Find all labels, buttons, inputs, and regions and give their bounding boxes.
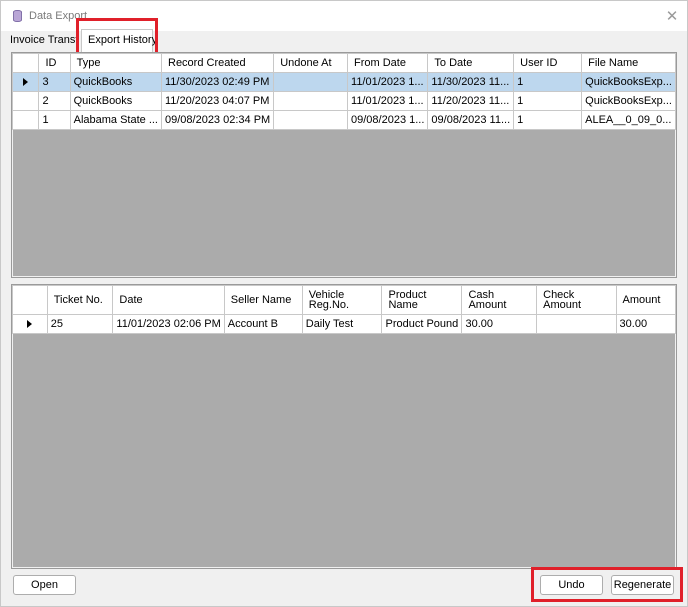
cell-type[interactable]: QuickBooks	[69, 91, 163, 111]
row-header[interactable]	[11, 91, 40, 111]
row-header-corner	[11, 53, 40, 73]
column-header-from-date[interactable]: From Date	[347, 53, 429, 73]
close-button[interactable]: ✕	[663, 8, 681, 26]
cell-file-name[interactable]: QuickBooksExp...	[581, 91, 676, 111]
cell-to-date[interactable]: 09/08/2023 11...	[427, 110, 515, 130]
column-header-record-created[interactable]: Record Created	[160, 53, 275, 73]
data-export-window: Data Export ✕ Invoice Transfer Export Hi…	[0, 0, 688, 607]
tab-export-history[interactable]: Export History	[81, 29, 157, 53]
database-icon	[13, 10, 22, 22]
cell-undone-at[interactable]	[273, 72, 349, 92]
row-pointer-icon	[23, 78, 29, 87]
cell-undone-at[interactable]	[273, 110, 349, 130]
cell-user-id[interactable]: 1	[513, 91, 583, 111]
cell-record-created[interactable]: 11/20/2023 04:07 PM	[160, 91, 275, 111]
cell-vehicle-reg-no[interactable]: Daily Test	[301, 314, 383, 334]
table-row[interactable]: 3 QuickBooks 11/30/2023 02:49 PM 11/01/2…	[11, 72, 676, 92]
cell-file-name[interactable]: QuickBooksExp...	[581, 72, 676, 92]
export-history-grid[interactable]: ID Type Record Created Undone At From Da…	[11, 52, 677, 278]
cell-from-date[interactable]: 11/01/2023 1...	[347, 72, 429, 92]
column-header-date[interactable]: Date	[112, 285, 225, 315]
cell-record-created[interactable]: 11/30/2023 02:49 PM	[160, 72, 275, 92]
cell-cash-amount[interactable]: 30.00	[461, 314, 538, 334]
tab-invoice-transfer[interactable]: Invoice Transfer	[10, 31, 76, 50]
row-header[interactable]	[11, 72, 40, 92]
row-pointer-icon	[27, 320, 33, 329]
column-header-check-amount[interactable]: Check Amount	[536, 285, 617, 315]
column-header-user-id[interactable]: User ID	[513, 53, 583, 73]
cell-from-date[interactable]: 11/01/2023 1...	[347, 91, 429, 111]
column-header-amount[interactable]: Amount	[615, 285, 677, 315]
cell-user-id[interactable]: 1	[513, 110, 583, 130]
row-header-corner	[12, 285, 48, 315]
open-button[interactable]: Open	[13, 575, 76, 595]
row-header[interactable]	[11, 110, 40, 130]
export-history-empty-area	[13, 130, 675, 276]
column-header-to-date[interactable]: To Date	[427, 53, 515, 73]
export-history-header-row: ID Type Record Created Undone At From Da…	[11, 53, 676, 73]
cell-to-date[interactable]: 11/20/2023 11...	[427, 91, 515, 111]
ticket-details-table: Ticket No. Date Seller Name Vehicle Reg.…	[12, 285, 677, 334]
cell-amount[interactable]: 30.00	[615, 314, 677, 334]
close-icon: ✕	[665, 8, 679, 25]
ticket-details-header-row: Ticket No. Date Seller Name Vehicle Reg.…	[12, 285, 677, 315]
cell-to-date[interactable]: 11/30/2023 11...	[427, 72, 515, 92]
cell-id[interactable]: 3	[38, 72, 71, 92]
cell-type[interactable]: QuickBooks	[69, 72, 163, 92]
cell-type[interactable]: Alabama State ...	[69, 110, 163, 130]
column-header-product-name[interactable]: Product Name	[381, 285, 463, 315]
column-header-seller-name[interactable]: Seller Name	[223, 285, 303, 315]
column-header-undone-at[interactable]: Undone At	[273, 53, 349, 73]
cell-user-id[interactable]: 1	[513, 72, 583, 92]
cell-id[interactable]: 1	[38, 110, 71, 130]
ticket-details-empty-area	[13, 334, 675, 567]
ticket-details-grid[interactable]: Ticket No. Date Seller Name Vehicle Reg.…	[11, 284, 677, 569]
column-header-vehicle-reg-no[interactable]: Vehicle Reg.No.	[301, 285, 383, 315]
column-header-type[interactable]: Type	[69, 53, 163, 73]
title-bar: Data Export ✕	[1, 1, 687, 31]
undo-button[interactable]: Undo	[540, 575, 603, 595]
cell-ticket-no[interactable]: 25	[46, 314, 114, 334]
export-history-table: ID Type Record Created Undone At From Da…	[11, 53, 676, 130]
cell-undone-at[interactable]	[273, 91, 349, 111]
window-title: Data Export	[29, 10, 88, 22]
cell-product-name[interactable]: Product Pound	[381, 314, 463, 334]
column-header-cash-amount[interactable]: Cash Amount	[461, 285, 538, 315]
cell-date[interactable]: 11/01/2023 02:06 PM	[112, 314, 225, 334]
cell-file-name[interactable]: ALEA__0_09_0...	[581, 110, 676, 130]
cell-seller-name[interactable]: Account B	[223, 314, 303, 334]
column-header-ticket-no[interactable]: Ticket No.	[46, 285, 114, 315]
row-header[interactable]	[12, 314, 48, 334]
cell-from-date[interactable]: 09/08/2023 1...	[347, 110, 429, 130]
cell-record-created[interactable]: 09/08/2023 02:34 PM	[160, 110, 275, 130]
cell-check-amount[interactable]	[536, 314, 617, 334]
table-row[interactable]: 2 QuickBooks 11/20/2023 04:07 PM 11/01/2…	[11, 91, 676, 111]
table-row[interactable]: 25 11/01/2023 02:06 PM Account B Daily T…	[12, 314, 677, 334]
column-header-id[interactable]: ID	[38, 53, 71, 73]
cell-id[interactable]: 2	[38, 91, 71, 111]
column-header-file-name[interactable]: File Name	[581, 53, 676, 73]
table-row[interactable]: 1 Alabama State ... 09/08/2023 02:34 PM …	[11, 110, 676, 130]
regenerate-button[interactable]: Regenerate	[611, 575, 674, 595]
